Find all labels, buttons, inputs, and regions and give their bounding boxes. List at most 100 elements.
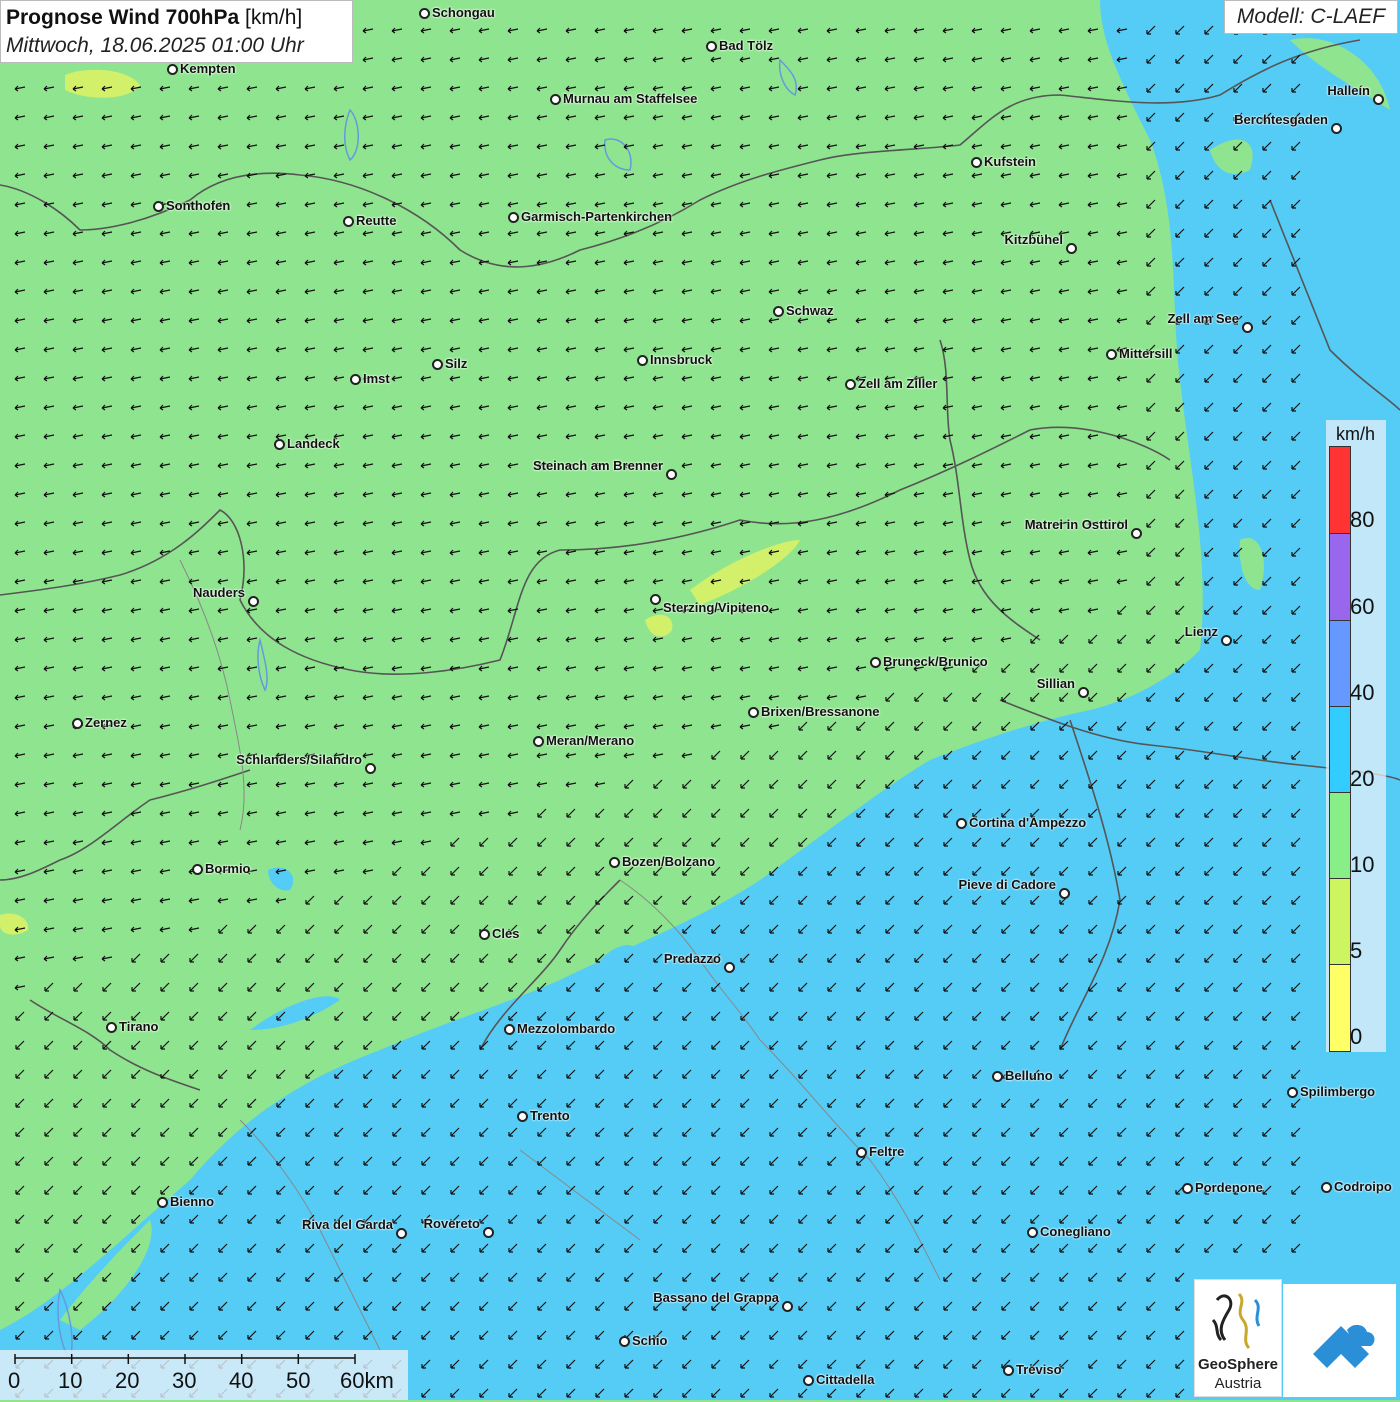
city-label: Nauders — [192, 585, 245, 600]
city-label: Bassano del Grappa — [653, 1290, 779, 1305]
city-marker — [483, 1227, 494, 1238]
legend-swatch-40 — [1329, 620, 1351, 708]
scale-label-20: 20 — [115, 1368, 140, 1393]
city-marker — [870, 657, 881, 668]
city-marker — [724, 962, 735, 973]
city-marker — [192, 864, 203, 875]
city-marker — [1221, 635, 1232, 646]
city-label: Meran/Merano — [546, 733, 635, 748]
city-label: Treviso — [1016, 1362, 1062, 1377]
city-label: Sonthofen — [166, 198, 231, 213]
legend-unit: km/h — [1336, 424, 1376, 444]
legend-swatch-5 — [1329, 878, 1351, 966]
city-marker — [971, 157, 982, 168]
city-marker — [479, 929, 490, 940]
city-marker — [619, 1336, 630, 1347]
city-label: Rovereto — [423, 1216, 480, 1231]
city-marker — [856, 1147, 867, 1158]
city-label: Pordenone — [1195, 1180, 1263, 1195]
city-marker — [343, 216, 354, 227]
city-label: Sterzing/Vipiteno — [663, 600, 769, 615]
forecast-date: Mittwoch, 18.06.2025 01:00 Uhr — [6, 34, 304, 57]
geosphere-name: GeoSphere — [1197, 1356, 1279, 1373]
city-marker — [1027, 1227, 1038, 1238]
scale-label-0: 0 — [8, 1368, 21, 1393]
scale-label-40: 40 — [229, 1368, 254, 1393]
legend-swatch-10 — [1329, 792, 1351, 880]
map-title-main: Prognose Wind 700hPa — [6, 6, 240, 29]
city-label: Trento — [530, 1108, 570, 1123]
city-label: Bozen/Bolzano — [622, 854, 716, 869]
city-label: Schwaz — [786, 303, 834, 318]
city-label: Belluno — [1005, 1068, 1053, 1083]
city-label: Bormio — [205, 861, 251, 876]
legend-swatch-20 — [1329, 706, 1351, 794]
city-label: Pieve di Cadore — [958, 877, 1056, 892]
city-marker — [274, 439, 285, 450]
legend-label-60: 60 — [1350, 594, 1375, 619]
legend-label-40: 40 — [1350, 680, 1375, 705]
model-label: Modell: C-LAEF — [1224, 0, 1398, 34]
city-label: Zell am Ziller — [858, 376, 938, 391]
city-label: Mezzolombardo — [517, 1021, 616, 1036]
city-marker — [157, 1197, 168, 1208]
map-title: Prognose Wind 700hPa [km/h] — [6, 4, 347, 32]
city-marker — [153, 201, 164, 212]
city-marker — [650, 594, 661, 605]
city-marker — [748, 707, 759, 718]
city-label: Kempten — [180, 61, 236, 76]
city-label: Predazzo — [663, 951, 721, 966]
scale-label-10: 10 — [58, 1368, 83, 1393]
city-marker — [782, 1301, 793, 1312]
legend-label-5: 5 — [1350, 938, 1363, 963]
city-marker — [167, 64, 178, 75]
city-label: Codroipo — [1334, 1179, 1392, 1194]
city-label: Zell am See — [1167, 311, 1239, 326]
city-label: Riva del Garda — [301, 1217, 393, 1232]
city-marker — [1059, 888, 1070, 899]
scale-label-50: 50 — [286, 1368, 311, 1393]
geosphere-country: Austria — [1214, 1375, 1262, 1392]
city-label: Garmisch-Partenkirchen — [521, 209, 673, 224]
city-label: Cles — [492, 926, 520, 941]
city-label: Bad Tölz — [719, 38, 774, 53]
city-label: Murnau am Staffelsee — [563, 91, 698, 106]
city-label: Steinach am Brenner — [532, 458, 663, 473]
city-label: Schlanders/Silandro — [236, 752, 362, 767]
title-box: Prognose Wind 700hPa [km/h] Mittwoch, 18… — [0, 0, 353, 63]
legend-swatch-0 — [1329, 964, 1351, 1052]
city-label: Spilimbergo — [1300, 1084, 1376, 1099]
map-title-unit: [km/h] — [245, 6, 303, 29]
scale-label-30: 30 — [172, 1368, 197, 1393]
city-label: Kufstein — [984, 154, 1036, 169]
city-marker — [1182, 1183, 1193, 1194]
legend-label-80: 80 — [1350, 507, 1375, 532]
city-label: Bruneck/Brunico — [883, 654, 988, 669]
city-label: Reutte — [356, 213, 397, 228]
city-marker — [248, 596, 259, 607]
city-marker — [106, 1022, 117, 1033]
weather-app-logo[interactable] — [1283, 1284, 1396, 1397]
city-marker — [845, 379, 856, 390]
city-marker — [1321, 1182, 1332, 1193]
city-label: Bienno — [170, 1194, 215, 1209]
city-marker — [803, 1375, 814, 1386]
city-marker — [396, 1228, 407, 1239]
city-label: Brixen/Bressanone — [761, 704, 880, 719]
city-label: Tirano — [119, 1019, 159, 1034]
city-marker — [1106, 349, 1117, 360]
city-label: Cortina d'Ampezzo — [969, 815, 1087, 830]
city-marker — [773, 306, 784, 317]
city-label: Landeck — [287, 436, 340, 451]
city-label: Matrei in Osttirol — [1024, 517, 1128, 532]
city-label: Berchtesgaden — [1234, 112, 1328, 127]
city-marker — [365, 763, 376, 774]
city-label: Conegliano — [1040, 1224, 1111, 1239]
city-marker — [550, 94, 561, 105]
city-label: Schongau — [432, 5, 495, 20]
city-marker — [609, 857, 620, 868]
city-marker — [1373, 94, 1384, 105]
city-label: Silz — [445, 356, 468, 371]
geosphere-logo[interactable]: GeoSphere Austria — [1194, 1279, 1282, 1397]
city-label: Sillian — [1036, 676, 1075, 691]
